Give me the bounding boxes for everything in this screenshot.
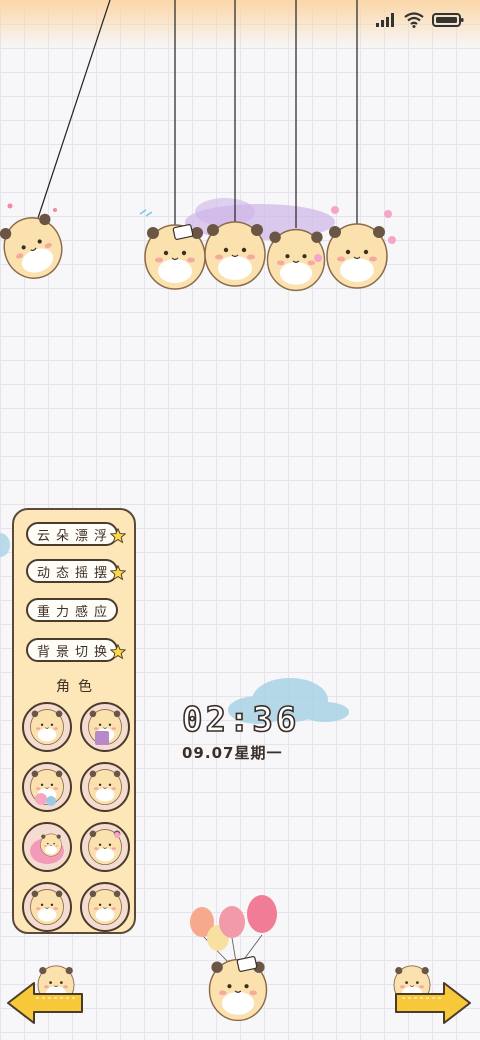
hanging-hamster-4 [326, 223, 388, 289]
yellow-arrow-left-icon[interactable] [6, 980, 86, 1026]
blue-cloud-left [0, 533, 10, 557]
role-section-title: 角色 [56, 679, 100, 695]
menu-item-label: 动态摇摆 [36, 565, 113, 581]
gravity-sensor-button[interactable]: 重力感应 [26, 598, 118, 622]
star-icon [110, 644, 126, 660]
hamster-avatar-1[interactable] [22, 702, 72, 752]
hamster-avatar-4[interactable] [80, 762, 130, 812]
dynamic-sway-button[interactable]: 动态摇摆 [26, 559, 126, 583]
clock-time: 02:36 [181, 699, 300, 741]
star-icon [110, 565, 126, 581]
background-switch-button[interactable]: 背景切换 [26, 638, 126, 662]
menu-item-label: 背景切换 [36, 644, 113, 660]
hamster-flower-avatar[interactable] [80, 822, 130, 872]
balloons [190, 895, 277, 963]
menu-item-label: 云朵漂浮 [36, 528, 113, 544]
hamster-boba-avatar[interactable] [80, 702, 130, 752]
feature-panel: 云朵漂浮 动态摇摆 重力感应 背景切换 角色 [12, 508, 136, 934]
swinging-hamster [0, 208, 71, 288]
swinging-string [37, 0, 111, 219]
hamster-pink-blanket-avatar[interactable] [22, 822, 72, 872]
yellow-arrow-right-icon[interactable] [392, 980, 472, 1026]
clock-date: 09.07星期一 [182, 744, 283, 762]
hamster-balloon-avatar[interactable] [22, 762, 72, 812]
hanging-hamster-2 [204, 221, 266, 287]
hamster-avatar-7[interactable] [22, 882, 72, 932]
star-icon [110, 528, 126, 544]
cloud-float-button[interactable]: 云朵漂浮 [26, 522, 126, 546]
balloon-hamster [208, 958, 268, 1022]
menu-item-label: 重力感应 [36, 604, 113, 620]
hamster-avatar-8[interactable] [80, 882, 130, 932]
